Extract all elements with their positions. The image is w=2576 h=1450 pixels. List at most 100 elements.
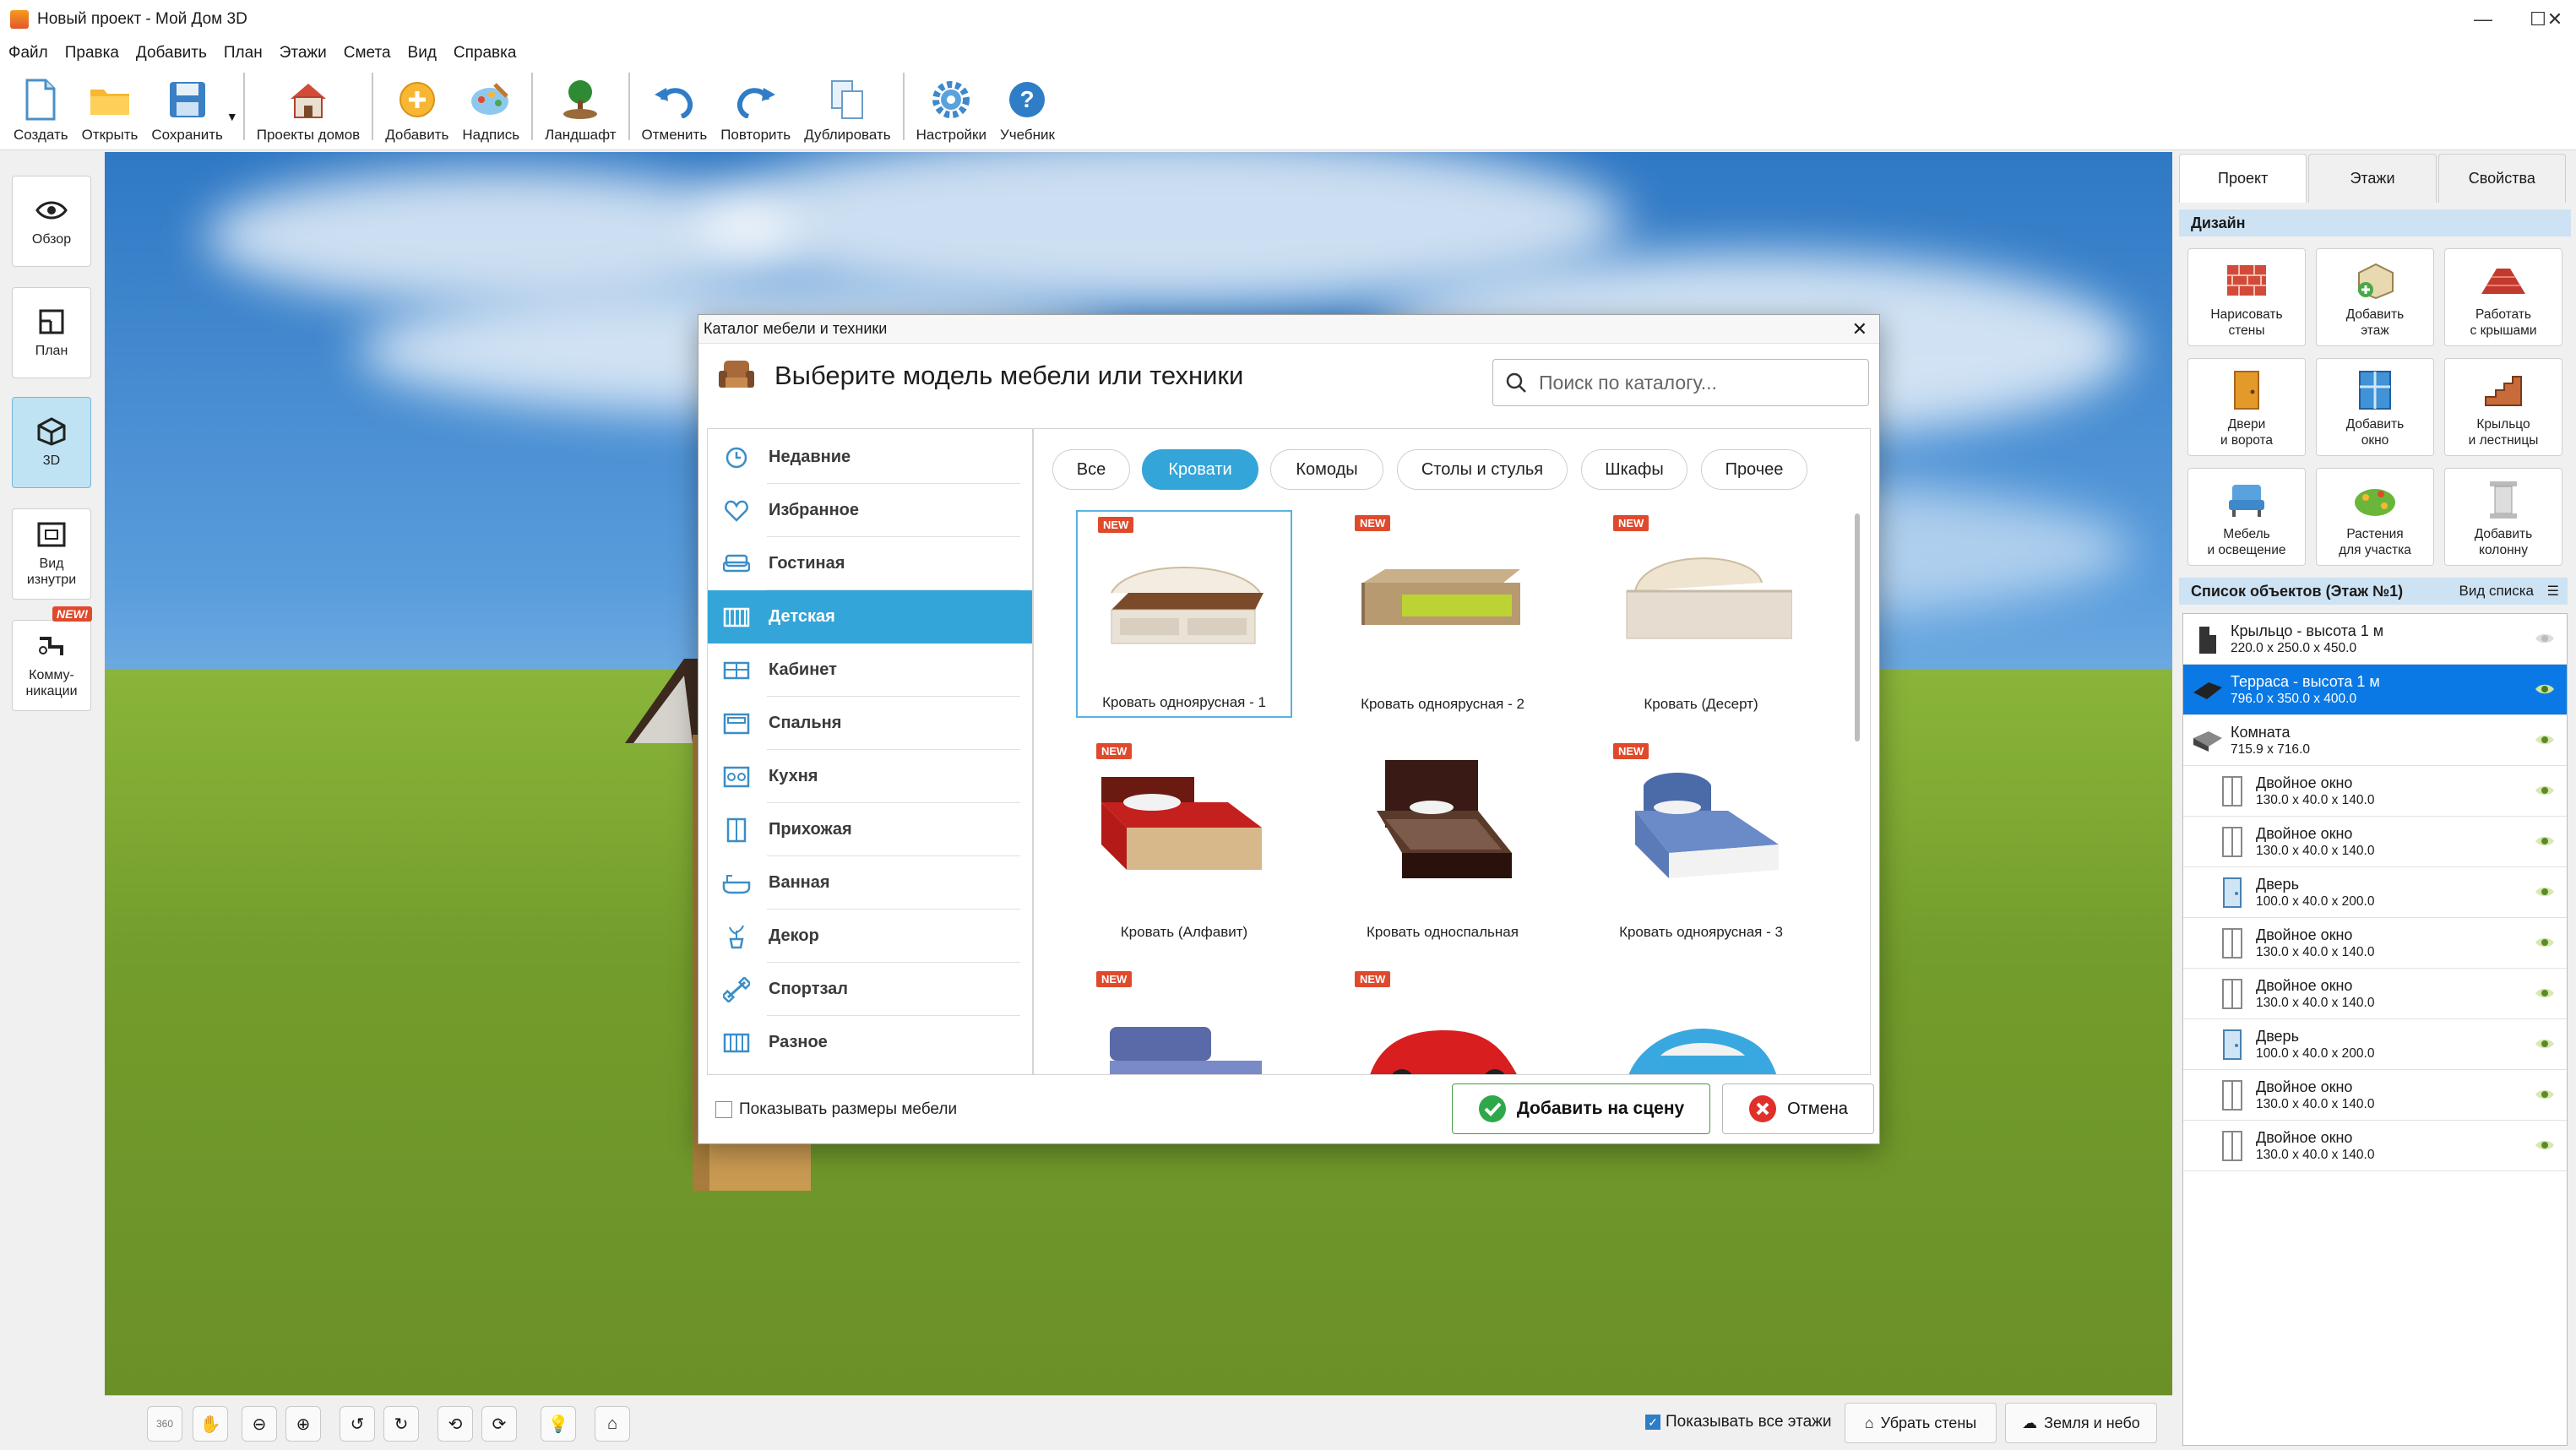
list-item[interactable]: Крыльцо - высота 1 м 220.0 x 250.0 x 450.… — [2183, 614, 2567, 665]
visibility-eye-icon[interactable] — [2535, 834, 2555, 849]
category-kids-room[interactable]: Детская — [708, 590, 1032, 644]
inside-view-button[interactable]: Вид изнутри — [12, 508, 91, 600]
list-item[interactable]: Дверь 100.0 x 40.0 x 200.0 — [2183, 867, 2567, 918]
save-dropdown-icon[interactable]: ▼ — [226, 110, 238, 123]
3d-view-button[interactable]: 3D — [12, 397, 91, 488]
visibility-eye-icon[interactable] — [2535, 935, 2555, 950]
product-card[interactable]: NEW Кровать (Десерт) — [1593, 510, 1809, 718]
close-window-button[interactable]: ✕ — [2534, 0, 2576, 39]
remove-walls-button[interactable]: ⌂ Убрать стены — [1845, 1403, 1997, 1443]
menu-add[interactable]: Добавить — [128, 44, 215, 62]
category-favorites[interactable]: Избранное — [708, 484, 1032, 537]
label-button[interactable]: Надпись — [455, 68, 526, 144]
rotate-right-button[interactable]: ↻ — [383, 1406, 419, 1442]
filter-other[interactable]: Прочее — [1701, 449, 1807, 490]
add-window-button[interactable]: Добавить окно — [2316, 358, 2434, 456]
doors-gates-button[interactable]: Двери и ворота — [2187, 358, 2306, 456]
list-item[interactable]: Двойное окно 130.0 x 40.0 x 140.0 — [2183, 1070, 2567, 1121]
list-item[interactable]: Двойное окно 130.0 x 40.0 x 140.0 — [2183, 918, 2567, 969]
category-bathroom[interactable]: Ванная — [708, 856, 1032, 910]
list-item[interactable]: Двойное окно 130.0 x 40.0 x 140.0 — [2183, 766, 2567, 817]
zoom-in-button[interactable]: ⊕ — [285, 1406, 321, 1442]
list-view-toggle[interactable]: Вид списка — [2459, 583, 2534, 600]
draw-walls-button[interactable]: Нарисовать стены — [2187, 248, 2306, 346]
rotate-360-button[interactable]: 360 — [147, 1406, 182, 1442]
visibility-eye-icon[interactable] — [2535, 682, 2555, 697]
plants-button[interactable]: Растения для участка — [2316, 468, 2434, 566]
add-to-scene-button[interactable]: Добавить на сцену — [1452, 1083, 1710, 1134]
product-card[interactable]: Кровать односпальная — [1334, 738, 1551, 946]
tab-project[interactable]: Проект — [2179, 154, 2307, 203]
list-view-icon[interactable]: ☰ — [2547, 583, 2559, 600]
category-misc[interactable]: Разное — [708, 1016, 1032, 1069]
category-office[interactable]: Кабинет — [708, 644, 1032, 697]
category-kitchen[interactable]: Кухня — [708, 750, 1032, 803]
product-card[interactable]: NEW Кровать (Алфавит) — [1076, 738, 1292, 946]
add-floor-button[interactable]: Добавить этаж — [2316, 248, 2434, 346]
add-button[interactable]: Добавить — [378, 68, 455, 144]
roofs-button[interactable]: Работать с крышами — [2444, 248, 2562, 346]
category-recent[interactable]: Недавние — [708, 431, 1032, 484]
product-card[interactable] — [1593, 966, 1809, 1074]
filter-wardrobes[interactable]: Шкафы — [1581, 449, 1687, 490]
menu-edit[interactable]: Правка — [57, 44, 128, 62]
product-card[interactable]: NEW — [1334, 966, 1551, 1074]
add-column-button[interactable]: Добавить колонну — [2444, 468, 2562, 566]
redo-button[interactable]: Повторить — [714, 68, 797, 144]
menu-file[interactable]: Файл — [0, 44, 57, 62]
tutorial-button[interactable]: ? Учебник — [993, 68, 1062, 144]
category-gym[interactable]: Спортзал — [708, 963, 1032, 1016]
category-hallway[interactable]: Прихожая — [708, 803, 1032, 856]
tab-properties[interactable]: Свойства — [2437, 154, 2566, 203]
visibility-eye-icon[interactable] — [2535, 631, 2555, 646]
menu-floors[interactable]: Этажи — [271, 44, 335, 62]
list-item[interactable]: Дверь 100.0 x 40.0 x 200.0 — [2183, 1019, 2567, 1070]
list-item[interactable]: Двойное окно 130.0 x 40.0 x 140.0 — [2183, 1121, 2567, 1171]
product-card[interactable]: NEW Кровать одноярусная - 2 — [1334, 510, 1551, 718]
product-card[interactable]: NEW Кровать одноярусная - 1 — [1076, 510, 1292, 718]
catalog-search-input[interactable]: Поиск по каталогу... — [1492, 359, 1869, 406]
product-card[interactable]: NEW Кровать одноярусная - 3 — [1593, 738, 1809, 946]
overview-button[interactable]: Обзор — [12, 176, 91, 267]
ground-sky-button[interactable]: ☁ Земля и небо — [2005, 1403, 2157, 1443]
list-item[interactable]: Двойное окно 130.0 x 40.0 x 140.0 — [2183, 817, 2567, 867]
list-item[interactable]: Комната 715.9 x 716.0 — [2183, 715, 2567, 766]
home-view-button[interactable]: ⌂ — [595, 1406, 630, 1442]
category-bedroom[interactable]: Спальня — [708, 697, 1032, 750]
visibility-eye-icon[interactable] — [2535, 732, 2555, 747]
light-button[interactable]: 💡 — [541, 1406, 576, 1442]
cancel-button[interactable]: Отмена — [1722, 1083, 1874, 1134]
category-living-room[interactable]: Гостиная — [708, 537, 1032, 590]
orbit-down-button[interactable]: ⟳ — [481, 1406, 517, 1442]
plan-button[interactable]: План — [12, 287, 91, 378]
visibility-eye-icon[interactable] — [2535, 986, 2555, 1001]
grid-scrollbar[interactable] — [1855, 513, 1860, 741]
undo-button[interactable]: Отменить — [635, 68, 715, 144]
show-sizes-checkbox[interactable]: Показывать размеры мебели — [715, 1100, 957, 1119]
visibility-eye-icon[interactable] — [2535, 1036, 2555, 1051]
house-projects-button[interactable]: Проекты домов — [250, 68, 367, 144]
menu-estimate[interactable]: Смета — [335, 44, 399, 62]
menu-help[interactable]: Справка — [445, 44, 525, 62]
menu-view[interactable]: Вид — [399, 44, 445, 62]
visibility-eye-icon[interactable] — [2535, 783, 2555, 798]
tab-floors[interactable]: Этажи — [2308, 154, 2437, 203]
filter-all[interactable]: Все — [1052, 449, 1130, 490]
open-button[interactable]: Открыть — [75, 68, 145, 144]
orbit-up-button[interactable]: ⟲ — [437, 1406, 473, 1442]
product-card[interactable]: NEW — [1076, 966, 1292, 1074]
rotate-left-button[interactable]: ↺ — [340, 1406, 375, 1442]
filter-beds[interactable]: Кровати — [1142, 449, 1258, 490]
visibility-eye-icon[interactable] — [2535, 1138, 2555, 1153]
settings-button[interactable]: Настройки — [910, 68, 993, 144]
create-button[interactable]: Создать — [7, 68, 75, 144]
visibility-eye-icon[interactable] — [2535, 1087, 2555, 1102]
save-button[interactable]: Сохранить — [144, 68, 229, 144]
list-item[interactable]: Терраса - высота 1 м 796.0 x 350.0 x 400.… — [2183, 665, 2567, 715]
dialog-close-icon[interactable]: ✕ — [1852, 318, 1867, 340]
visibility-eye-icon[interactable] — [2535, 884, 2555, 899]
filter-dressers[interactable]: Комоды — [1270, 449, 1383, 490]
communications-button[interactable]: Комму- никации — [12, 620, 91, 711]
landscape-button[interactable]: Ландшафт — [538, 68, 622, 144]
furniture-lighting-button[interactable]: Мебель и освещение — [2187, 468, 2306, 566]
